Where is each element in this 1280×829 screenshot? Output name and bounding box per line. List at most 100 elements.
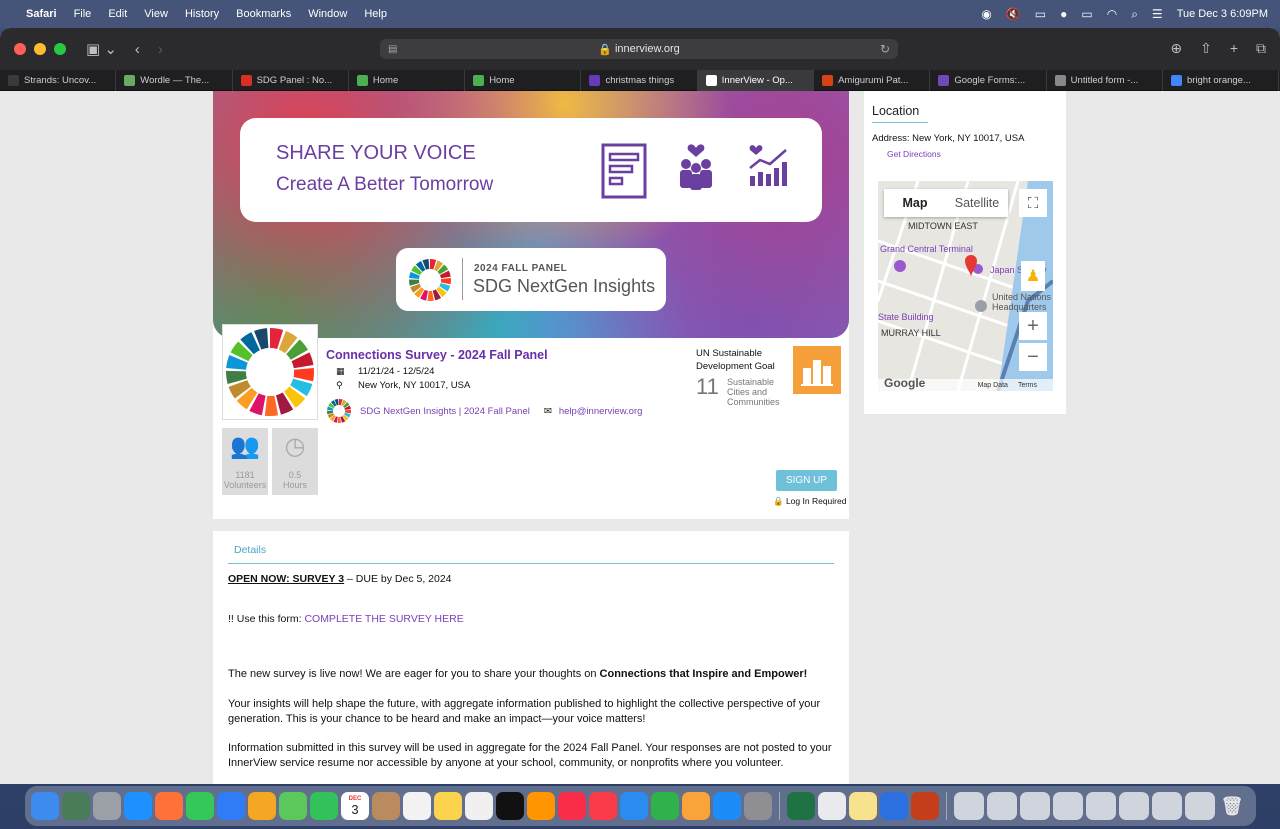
calendar-day: 3 bbox=[351, 801, 359, 817]
minimized-window-thumbnail[interactable] bbox=[1185, 792, 1215, 820]
menu-view[interactable]: View bbox=[144, 8, 168, 20]
dock-numbers-icon[interactable] bbox=[651, 792, 679, 820]
location-address: Address: New York, NY 10017, USA bbox=[872, 133, 1025, 144]
wifi-icon[interactable]: ◠ bbox=[1107, 7, 1117, 21]
street-view-pegman-icon[interactable]: ♟ bbox=[1021, 261, 1045, 291]
dock-messages-icon[interactable] bbox=[186, 792, 214, 820]
menu-help[interactable]: Help bbox=[364, 8, 387, 20]
dock-excel-icon[interactable] bbox=[787, 792, 815, 820]
battery-icon[interactable]: ▭ bbox=[1081, 7, 1092, 21]
tab-overview-icon[interactable]: ⧉ bbox=[1256, 40, 1266, 57]
dock-contacts-icon[interactable] bbox=[372, 792, 400, 820]
dock-system-settings-icon[interactable] bbox=[744, 792, 772, 820]
organizer-link[interactable]: SDG NextGen Insights | 2024 Fall Panel bbox=[360, 406, 530, 417]
browser-tab[interactable]: Home bbox=[349, 70, 466, 91]
dock-freeform-icon[interactable] bbox=[465, 792, 493, 820]
dock-firefox-icon[interactable] bbox=[155, 792, 183, 820]
minimized-window-thumbnail[interactable] bbox=[1053, 792, 1083, 820]
browser-tab[interactable]: Untitled form -... bbox=[1047, 70, 1163, 91]
search-icon[interactable]: ⌕ bbox=[1131, 7, 1138, 22]
browser-tab[interactable]: InnerView - Op... bbox=[697, 70, 815, 91]
details-tab[interactable]: Details bbox=[234, 544, 266, 556]
tab-favicon-icon bbox=[938, 75, 950, 86]
dock-finder-icon[interactable] bbox=[31, 792, 59, 820]
control-center-icon[interactable]: ☰ bbox=[1152, 7, 1163, 21]
trash-icon[interactable]: 🗑 bbox=[1218, 792, 1246, 820]
fullscreen-icon[interactable]: ⛶ bbox=[1019, 189, 1047, 217]
downloads-icon[interactable]: ⊕ bbox=[1170, 40, 1182, 57]
browser-tab[interactable]: Amigurumi Pat... bbox=[814, 70, 931, 91]
back-icon[interactable]: ‹ bbox=[135, 41, 140, 58]
menu-history[interactable]: History bbox=[185, 8, 219, 20]
dock-reminders-icon[interactable] bbox=[403, 792, 431, 820]
dock-safari-icon[interactable] bbox=[124, 792, 152, 820]
map-data-link[interactable]: Map Data bbox=[978, 382, 1008, 389]
minimized-window-thumbnail[interactable] bbox=[1086, 792, 1116, 820]
get-directions-link[interactable]: Get Directions bbox=[887, 149, 941, 159]
dock-bluetooth-icon[interactable] bbox=[880, 792, 908, 820]
browser-tab[interactable]: Google Forms:... bbox=[930, 70, 1047, 91]
dock-photos-icon[interactable] bbox=[248, 792, 276, 820]
zoom-in-button[interactable]: + bbox=[1019, 312, 1047, 340]
menu-file[interactable]: File bbox=[74, 8, 92, 20]
browser-tab[interactable]: Wordle — The... bbox=[116, 70, 233, 91]
minimized-window-thumbnail[interactable] bbox=[1152, 792, 1182, 820]
dock-stickies-icon[interactable] bbox=[849, 792, 877, 820]
close-window-button[interactable] bbox=[14, 43, 26, 55]
mute-icon[interactable]: 🔇 bbox=[1006, 7, 1021, 21]
minimized-window-thumbnail[interactable] bbox=[1119, 792, 1149, 820]
dock-launchpad-icon[interactable] bbox=[93, 792, 121, 820]
browser-tab[interactable]: bright orange... bbox=[1163, 70, 1280, 91]
minimized-window-thumbnail[interactable] bbox=[954, 792, 984, 820]
dock-powerpoint-icon[interactable] bbox=[911, 792, 939, 820]
sidebar-toggle-icon[interactable]: ▣ ⌄ bbox=[86, 40, 117, 58]
zoom-out-button[interactable]: − bbox=[1019, 343, 1047, 371]
minimized-window-thumbnail[interactable] bbox=[1020, 792, 1050, 820]
browser-tab[interactable]: christmas things bbox=[581, 70, 698, 91]
zoom-window-button[interactable] bbox=[54, 43, 66, 55]
reload-icon[interactable]: ↻ bbox=[880, 42, 890, 56]
menu-window[interactable]: Window bbox=[308, 8, 347, 20]
dock-facetime-icon[interactable] bbox=[310, 792, 338, 820]
dock-notes-icon[interactable] bbox=[434, 792, 462, 820]
address-bar[interactable]: ▤ 🔒 innerview.org ↻ bbox=[380, 39, 898, 59]
contact-email-link[interactable]: help@innerview.org bbox=[559, 406, 643, 417]
page-menu-icon[interactable]: ▤ bbox=[388, 44, 397, 55]
dock-news-icon[interactable] bbox=[589, 792, 617, 820]
dock-tv-icon[interactable] bbox=[496, 792, 524, 820]
dock-chrome-green-icon[interactable] bbox=[62, 792, 90, 820]
dock-keynote-icon[interactable] bbox=[620, 792, 648, 820]
dock-pages-icon[interactable] bbox=[682, 792, 710, 820]
minimize-window-button[interactable] bbox=[34, 43, 46, 55]
dock-mail-icon[interactable] bbox=[217, 792, 245, 820]
dock-separator bbox=[779, 792, 780, 820]
display-icon[interactable]: ▭ bbox=[1035, 7, 1046, 21]
dock-calendar-icon[interactable]: DEC 3 bbox=[341, 792, 369, 820]
browser-tab[interactable]: SDG Panel : No... bbox=[233, 70, 349, 91]
sign-up-button[interactable]: SIGN UP bbox=[776, 470, 837, 491]
satellite-tab[interactable]: Satellite bbox=[946, 189, 1008, 217]
org-logo-icon bbox=[327, 399, 351, 423]
menu-edit[interactable]: Edit bbox=[108, 8, 127, 20]
menu-bookmarks[interactable]: Bookmarks bbox=[236, 8, 291, 20]
complete-survey-link[interactable]: COMPLETE THE SURVEY HERE bbox=[304, 613, 463, 625]
dock-maps-icon[interactable] bbox=[279, 792, 307, 820]
dock-chrome-icon[interactable] bbox=[818, 792, 846, 820]
menu-safari[interactable]: Safari bbox=[26, 8, 57, 20]
embedded-map[interactable]: MIDTOWN EAST Grand Central Terminal Japa… bbox=[878, 181, 1053, 391]
dock-app-store-icon[interactable] bbox=[713, 792, 741, 820]
dock-music-icon[interactable] bbox=[558, 792, 586, 820]
browser-tab[interactable]: Strands: Uncov... bbox=[0, 70, 117, 91]
forward-icon[interactable]: › bbox=[158, 41, 163, 58]
new-tab-icon[interactable]: + bbox=[1230, 40, 1238, 57]
minimized-window-thumbnail[interactable] bbox=[987, 792, 1017, 820]
user-icon[interactable]: ● bbox=[1060, 7, 1067, 21]
map-tab[interactable]: Map bbox=[884, 189, 946, 217]
share-icon[interactable]: ⇧ bbox=[1200, 40, 1212, 57]
map-terms-link[interactable]: Terms bbox=[1018, 382, 1037, 389]
grammarly-icon[interactable]: ◉ bbox=[981, 7, 991, 21]
browser-tab[interactable]: Home bbox=[465, 70, 582, 91]
dock-books-icon[interactable] bbox=[527, 792, 555, 820]
event-title[interactable]: Connections Survey - 2024 Fall Panel bbox=[326, 348, 548, 362]
menubar-clock[interactable]: Tue Dec 3 6:09PM bbox=[1177, 8, 1268, 20]
